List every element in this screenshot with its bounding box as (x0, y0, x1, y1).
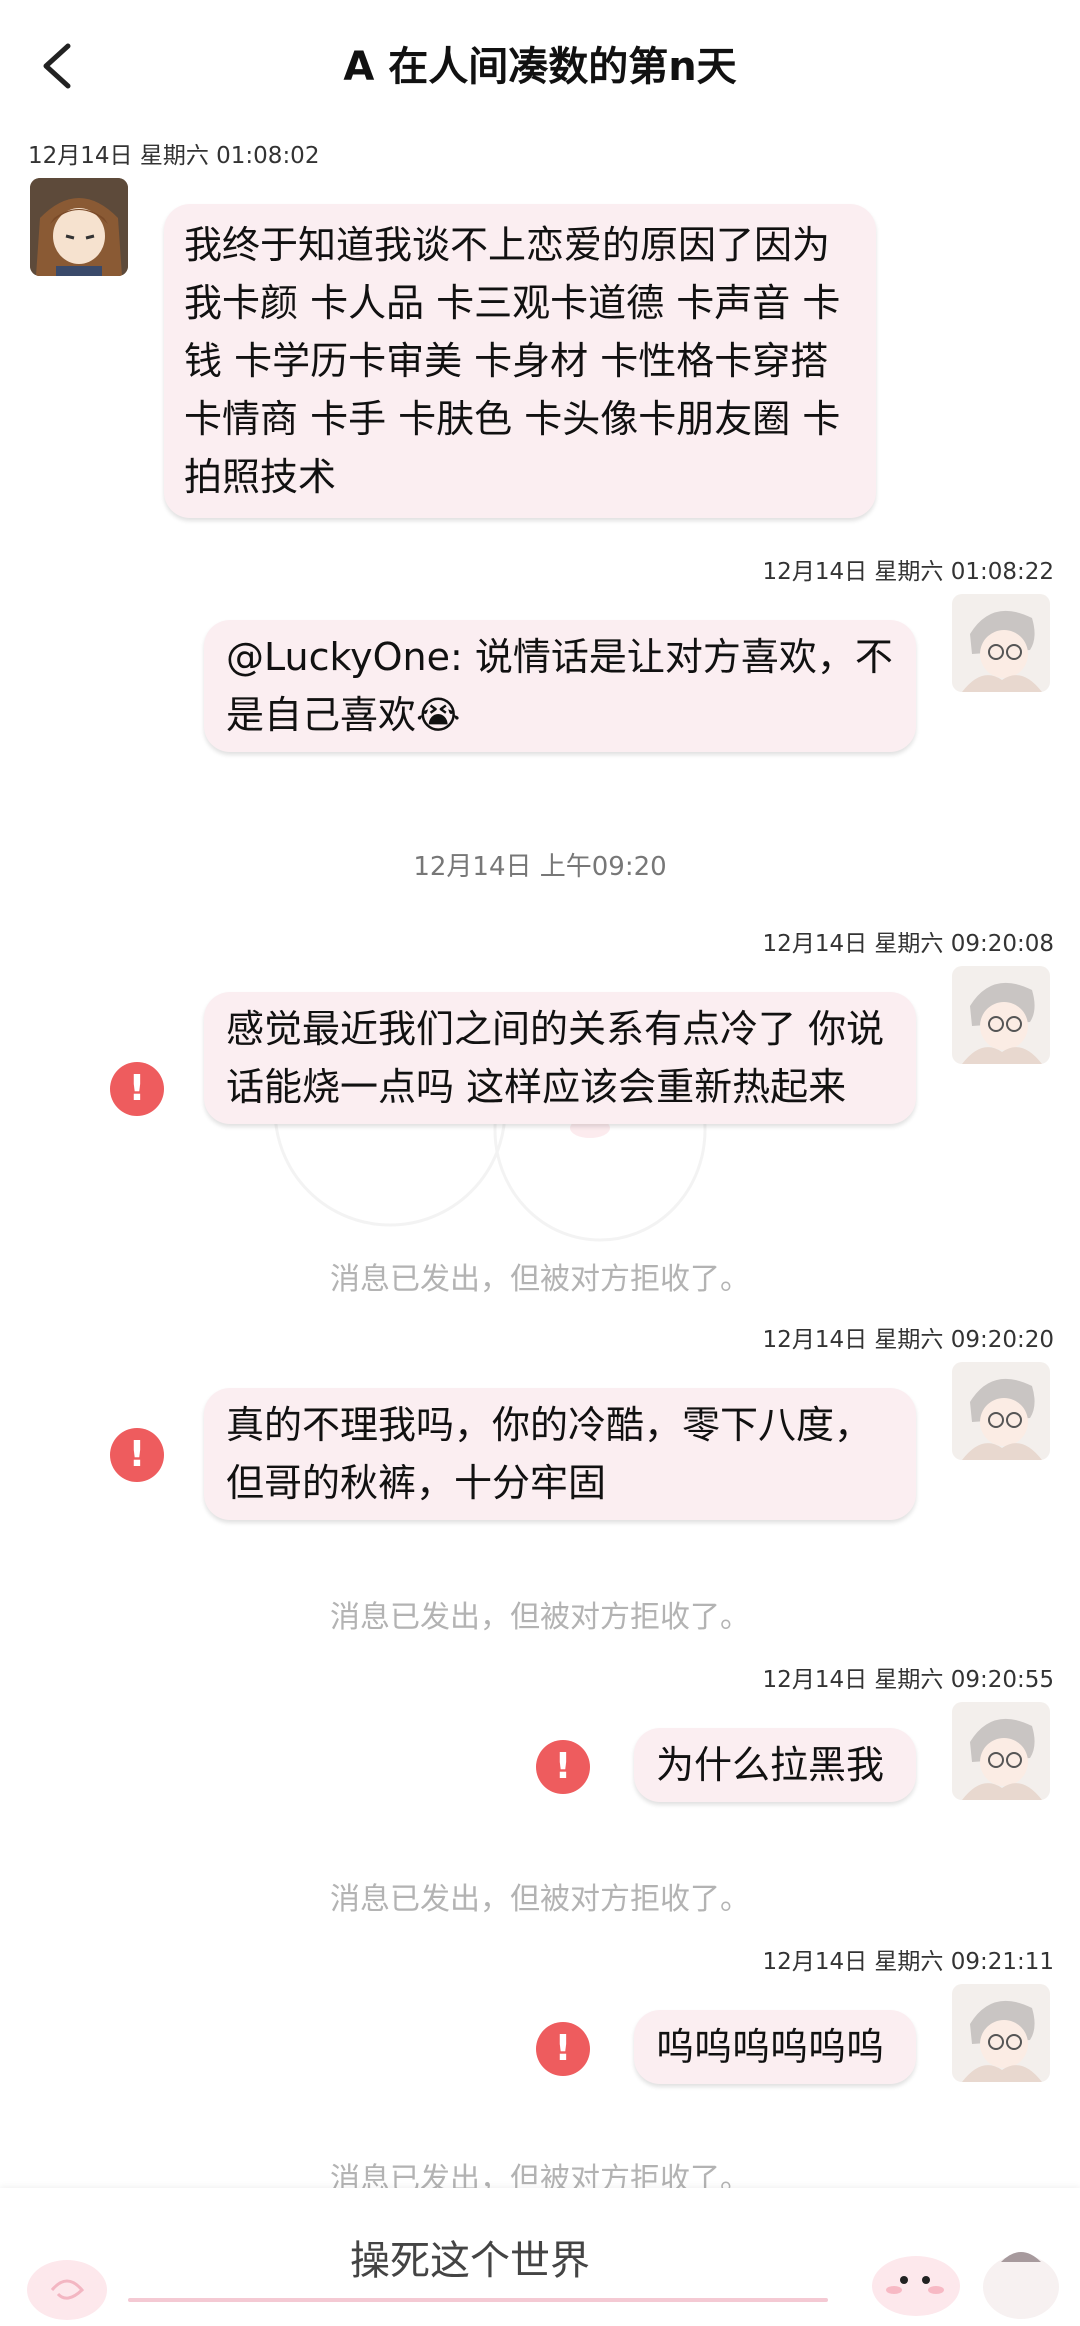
message-timestamp: 12月14日 星期六 09:20:55 (762, 1667, 1054, 1693)
anime-girl-avatar-icon (30, 178, 128, 276)
message-timestamp: 12月14日 星期六 01:08:22 (762, 559, 1054, 585)
rejected-notice: 消息已发出，但被对方拒收了。 (330, 1600, 750, 1635)
send-failed-icon[interactable]: ! (536, 1740, 590, 1794)
message-bubble-sent[interactable]: @LuckyOne: 说情话是让对方喜欢，不是自己喜欢😭 (204, 620, 916, 752)
send-failed-icon[interactable]: ! (536, 2022, 590, 2076)
message-input[interactable]: 操死这个世界 (350, 2228, 590, 2286)
message-timestamp: 12月14日 星期六 09:20:20 (762, 1327, 1054, 1353)
anime-boy-avatar-icon (952, 594, 1050, 692)
message-bubble-received[interactable]: 我终于知道我谈不上恋爱的原因了因为我卡颜 卡人品 卡三观卡道德 卡声音 卡钱 卡… (164, 204, 876, 518)
message-timestamp: 12月14日 星期六 01:08:02 (28, 143, 320, 169)
message-bubble-sent[interactable]: 呜呜呜呜呜呜 (634, 2010, 916, 2084)
message-bubble-sent[interactable]: 为什么拉黑我 (634, 1728, 916, 1802)
send-failed-icon[interactable]: ! (110, 1062, 164, 1116)
rejected-notice: 消息已发出，但被对方拒收了。 (330, 1262, 750, 1297)
time-divider: 12月14日 上午09:20 (413, 852, 667, 882)
anime-boy-avatar-icon (952, 966, 1050, 1064)
my-avatar[interactable] (952, 1362, 1050, 1460)
mascot-sticker-right-icon (872, 2256, 960, 2316)
input-underline (128, 2298, 828, 2302)
my-avatar[interactable] (952, 594, 1050, 692)
header: A 在人间凑数的第n天 (0, 0, 1080, 125)
message-bubble-sent[interactable]: 真的不理我吗，你的冷酷，零下八度，但哥的秋裤，十分牢固 (204, 1388, 916, 1520)
my-avatar[interactable] (952, 1984, 1050, 2082)
send-failed-icon[interactable]: ! (110, 1428, 164, 1482)
contact-avatar[interactable] (30, 178, 128, 276)
anime-boy-avatar-icon (952, 1702, 1050, 1800)
anime-boy-avatar-icon (952, 1984, 1050, 2082)
my-avatar[interactable] (952, 1702, 1050, 1800)
message-timestamp: 12月14日 星期六 09:20:08 (762, 931, 1054, 957)
mascot-sticker-corner-icon (983, 2252, 1059, 2319)
mascot-sticker-left-icon (27, 2260, 107, 2320)
chat-title: A 在人间凑数的第n天 (343, 44, 737, 90)
my-avatar[interactable] (952, 966, 1050, 1064)
rejected-notice: 消息已发出，但被对方拒收了。 (330, 1882, 750, 1917)
anime-boy-avatar-icon (952, 1362, 1050, 1460)
message-timestamp: 12月14日 星期六 09:21:11 (762, 1949, 1054, 1975)
message-bubble-sent[interactable]: 感觉最近我们之间的关系有点冷了 你说话能烧一点吗 这样应该会重新热起来 (204, 992, 916, 1124)
